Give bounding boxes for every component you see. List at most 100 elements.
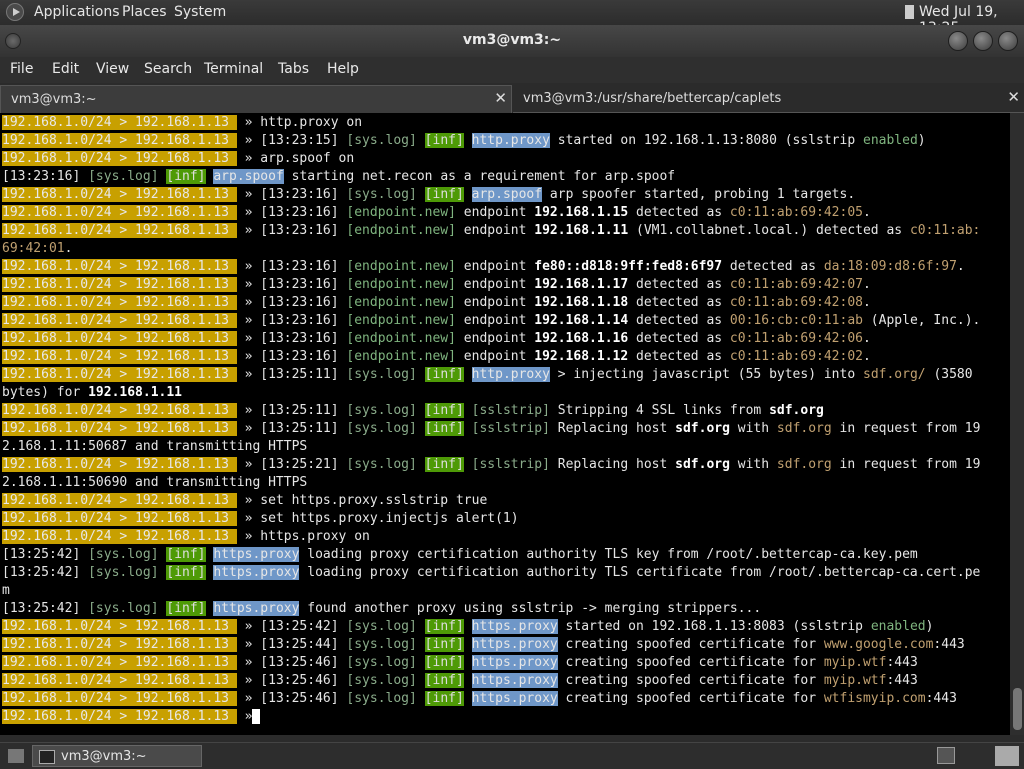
prompt-arrow: » xyxy=(236,421,253,436)
log-text: starting net.recon as a requirement for … xyxy=(283,169,676,184)
ip-address: sdf.org xyxy=(675,421,730,436)
applications-logo-icon[interactable] xyxy=(6,3,24,21)
log-tag: [sys.log] xyxy=(346,421,417,436)
close-window-icon[interactable] xyxy=(998,31,1018,51)
log-text: Replacing host xyxy=(549,457,676,472)
timestamp: [13:25:42] xyxy=(2,547,89,562)
log-text: :443 xyxy=(925,691,957,706)
highlight-value: c0:11:ab:69:42:05 xyxy=(729,205,863,220)
close-tab-icon[interactable]: ✕ xyxy=(1007,88,1020,106)
terminal-line: 2.168.1.11:50687 and transmitting HTTPS xyxy=(2,438,307,456)
bettercap-prompt: 192.168.1.0/24 > 192.168.1.13 xyxy=(2,403,237,418)
timestamp: [13:23:16] xyxy=(252,205,347,220)
prompt-arrow: » xyxy=(236,493,253,508)
taskbar-window-button[interactable]: vm3@vm3:~ xyxy=(32,745,202,767)
log-text: started on 192.168.1.13:8083 (sslstrip xyxy=(557,619,871,634)
log-text: Stripping 4 SSL links from xyxy=(549,403,770,418)
system-menu[interactable]: System xyxy=(174,4,226,20)
menu-file[interactable]: File xyxy=(10,61,33,77)
menu-help[interactable]: Help xyxy=(327,61,359,77)
event-tag: enabled xyxy=(870,619,926,634)
tray-window-icon[interactable] xyxy=(937,747,955,764)
log-text: bytes) for xyxy=(2,385,89,400)
terminal-line: 192.168.1.0/24 > 192.168.1.13 » [13:23:1… xyxy=(2,204,871,222)
highlight-value: da:18:09:d8:6f:97 xyxy=(823,259,957,274)
tab-caplets[interactable]: vm3@vm3:/usr/share/bettercap/caplets ✕ xyxy=(513,85,1024,113)
menu-edit[interactable]: Edit xyxy=(52,61,79,77)
bettercap-prompt: 192.168.1.0/24 > 192.168.1.13 xyxy=(2,511,237,526)
menu-terminal[interactable]: Terminal xyxy=(204,61,263,77)
timestamp: [13:25:11] xyxy=(252,421,347,436)
terminal-line: 192.168.1.0/24 > 192.168.1.13 » https.pr… xyxy=(2,528,370,546)
prompt-arrow: » xyxy=(236,673,253,688)
maximize-icon[interactable] xyxy=(973,31,993,51)
highlight-value: c0:11:ab:69:42:08 xyxy=(729,295,863,310)
log-tag: [sslstrip] xyxy=(471,421,550,436)
menu-search[interactable]: Search xyxy=(144,61,192,77)
log-text: detected as xyxy=(628,295,730,310)
timestamp: [13:23:16] xyxy=(2,169,89,184)
prompt-arrow: » xyxy=(236,709,253,724)
log-tag: [sys.log] xyxy=(88,601,159,616)
event-tag: enabled xyxy=(863,133,918,148)
log-text: . xyxy=(862,277,871,292)
log-text: . xyxy=(862,205,871,220)
ip-address: 192.168.1.18 xyxy=(534,295,629,310)
prompt-arrow: » xyxy=(236,277,253,292)
bettercap-prompt: 192.168.1.0/24 > 192.168.1.13 xyxy=(2,277,237,292)
prompt-arrow: » xyxy=(236,205,253,220)
ip-address: 192.168.1.11 xyxy=(88,385,183,400)
log-text: http.proxy on xyxy=(252,115,363,130)
highlight-value: myip.wtf xyxy=(823,655,887,670)
prompt-arrow: » xyxy=(236,367,253,382)
log-text: set https.proxy.sslstrip true xyxy=(252,493,488,508)
minimize-icon[interactable] xyxy=(948,31,968,51)
menu-view[interactable]: View xyxy=(96,61,129,77)
terminal-line: [13:25:42] [sys.log] [inf] https.proxy l… xyxy=(2,564,980,582)
terminal-output[interactable]: 192.168.1.0/24 > 192.168.1.13 » http.pro… xyxy=(0,113,1010,735)
log-level-badge: [inf] xyxy=(424,367,464,382)
timestamp: [13:23:16] xyxy=(252,331,347,346)
log-text: loading proxy certification authority TL… xyxy=(299,565,981,580)
terminal-line: 192.168.1.0/24 > 192.168.1.13 » [13:23:1… xyxy=(2,330,871,348)
log-text: in request from 19 xyxy=(831,457,981,472)
ip-address: 192.168.1.12 xyxy=(534,349,629,364)
log-level-badge: [inf] xyxy=(424,637,464,652)
show-desktop-icon[interactable] xyxy=(8,749,24,763)
module-name: arp.spoof xyxy=(213,169,284,184)
terminal-line: 192.168.1.0/24 > 192.168.1.13 » xyxy=(2,708,261,726)
log-text: . xyxy=(862,295,871,310)
applications-menu[interactable]: Applications xyxy=(34,4,120,20)
event-tag: [endpoint.new] xyxy=(346,295,456,310)
prompt-arrow: » xyxy=(236,259,253,274)
places-menu[interactable]: Places xyxy=(122,4,167,20)
close-tab-icon[interactable]: ✕ xyxy=(494,89,507,107)
tab-home[interactable]: vm3@vm3:~ ✕ xyxy=(0,85,512,113)
timestamp: [13:23:16] xyxy=(252,187,347,202)
highlight-value: c0:11:ab:69:42:02 xyxy=(729,349,863,364)
terminal-line: m xyxy=(2,582,10,600)
terminal-scrollbar[interactable] xyxy=(1010,113,1024,735)
bettercap-prompt: 192.168.1.0/24 > 192.168.1.13 xyxy=(2,223,237,238)
terminal-line: 2.168.1.11:50690 and transmitting HTTPS xyxy=(2,474,307,492)
log-tag: [sys.log] xyxy=(346,133,417,148)
log-text: endpoint xyxy=(455,259,535,274)
log-text: creating spoofed certificate for xyxy=(557,691,824,706)
event-tag: [endpoint.new] xyxy=(346,277,456,292)
menu-tabs[interactable]: Tabs xyxy=(278,61,309,77)
timestamp: [13:25:11] xyxy=(252,403,347,418)
workspace-switcher[interactable] xyxy=(995,746,1019,766)
prompt-arrow: » xyxy=(236,151,253,166)
timestamp: [13:25:46] xyxy=(252,691,347,706)
scrollbar-thumb[interactable] xyxy=(1013,688,1022,730)
event-tag: [endpoint.new] xyxy=(346,259,456,274)
window-title-bar[interactable]: vm3@vm3:~ xyxy=(0,25,1024,57)
timestamp: [13:23:16] xyxy=(252,259,347,274)
